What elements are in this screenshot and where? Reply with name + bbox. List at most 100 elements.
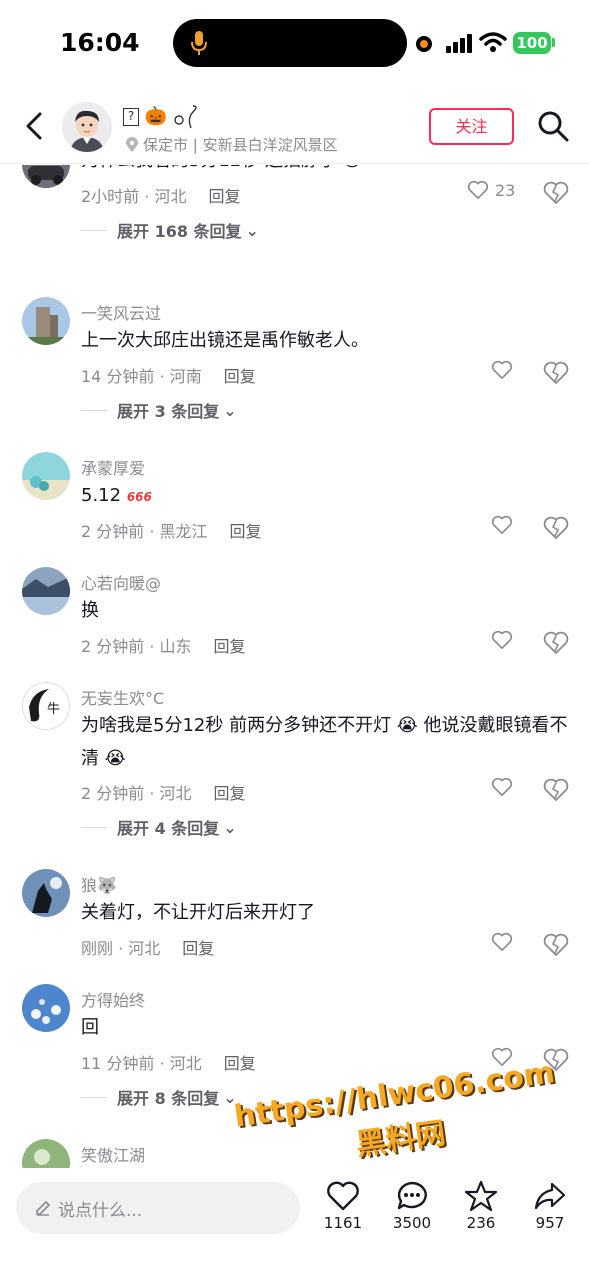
profile-header: ? 🎃 保定市 | 安新县白洋淀风景区 关注	[0, 90, 589, 164]
comment-meta: 2 分钟前 · 黑龙江 回复	[81, 518, 262, 542]
dislike-icon[interactable]	[543, 932, 569, 958]
like-button[interactable]	[491, 932, 513, 952]
comment-text: 换	[81, 600, 99, 621]
comment-list[interactable]: 为什么我看的5分12秒 还掐脖子 😜 2小时前 · 河北回复 23 展开 168…	[0, 165, 589, 1168]
author-avatar[interactable]	[62, 102, 112, 152]
comment-avatar[interactable]	[22, 1139, 70, 1168]
comment-avatar[interactable]	[22, 869, 70, 917]
dislike-icon[interactable]	[543, 360, 569, 386]
author-location: 保定市 | 安新县白洋淀风景区	[125, 134, 338, 155]
comment-text: 为啥我是5分12秒 前两分多钟还不开灯 😭 他说没戴眼镜看不清 😭	[81, 715, 568, 769]
comment-username[interactable]: 狼🐺	[81, 872, 117, 896]
comment-text: 关着灯，不让开灯后来开灯了	[81, 902, 315, 923]
comment-avatar[interactable]	[22, 297, 70, 345]
comment-username[interactable]: 一笑风云过	[81, 300, 161, 324]
heart-icon	[327, 1181, 359, 1211]
svg-text:牛: 牛	[47, 702, 60, 717]
chevron-down-icon: ⌄	[223, 400, 237, 420]
chevron-down-icon: ⌄	[245, 220, 259, 240]
status-time: 16:04	[60, 28, 140, 57]
comment-avatar[interactable]	[22, 452, 70, 500]
comment-bubble-icon	[397, 1181, 427, 1210]
reply-button[interactable]: 回复	[214, 784, 246, 803]
like-button[interactable]: 23	[467, 180, 515, 200]
comments-button[interactable]: 3500	[382, 1180, 442, 1232]
comment-avatar[interactable]	[22, 984, 70, 1032]
location-text: 保定市 | 安新县白洋淀风景区	[143, 136, 338, 154]
follow-button[interactable]: 关注	[429, 108, 514, 145]
comment-input[interactable]: 说点什么...	[16, 1182, 300, 1234]
comment-meta: 2 分钟前 · 河北 回复	[81, 780, 246, 804]
comment-text: 为什么我看的5分12秒 还掐脖子 😜	[81, 165, 571, 177]
comment-meta: 14 分钟前 · 河南 回复	[81, 363, 256, 387]
battery-level: 100	[513, 32, 551, 54]
heart-outline-icon	[491, 777, 513, 796]
comment-username[interactable]: 笑傲江湖	[81, 1142, 145, 1166]
reply-button[interactable]: 回复	[224, 367, 256, 386]
favorite-button[interactable]: 236	[451, 1180, 511, 1232]
search-icon[interactable]	[537, 110, 569, 142]
dislike-icon[interactable]	[543, 515, 569, 541]
like-button[interactable]	[491, 360, 513, 380]
expand-replies-button[interactable]: 展开 3 条回复 ⌄	[81, 398, 237, 422]
star-icon	[464, 1180, 498, 1212]
avatar-image-icon	[22, 567, 70, 615]
comment-username[interactable]: 方得始终	[81, 987, 145, 1011]
avatar-image-icon	[22, 165, 70, 188]
expand-replies-label: 展开 3 条回复	[117, 402, 220, 421]
comment-time-region: 14 分钟前 · 河南	[81, 367, 202, 386]
location-pin-icon	[126, 136, 138, 152]
comment-meta: 2小时前 · 河北 回复	[81, 183, 240, 207]
dislike-icon[interactable]	[543, 777, 569, 803]
name-emojis: 🎃	[144, 106, 168, 127]
comment-avatar[interactable]	[22, 165, 70, 188]
comment-avatar[interactable]: 牛	[22, 682, 70, 730]
comment-meta: 刚刚 · 河北 回复	[81, 935, 214, 959]
pencil-icon	[36, 1201, 50, 1216]
like-video-button[interactable]: 1161	[313, 1180, 373, 1232]
bottom-action-bar: 说点什么... 1161 3500 236 957	[0, 1168, 589, 1280]
heart-outline-icon	[491, 360, 513, 379]
author-name: ? 🎃	[123, 104, 203, 130]
comment-time-region: 2 分钟前 · 山东	[81, 637, 192, 656]
heart-outline-icon	[491, 630, 513, 649]
comment-count: 3500	[392, 1214, 432, 1232]
comment-time-region: 刚刚 · 河北	[81, 939, 161, 958]
reply-button[interactable]: 回复	[214, 637, 246, 656]
reply-button[interactable]: 回复	[224, 1054, 256, 1073]
reply-button[interactable]: 回复	[208, 187, 240, 206]
expand-replies-label: 展开 168 条回复	[117, 222, 242, 241]
expand-replies-button[interactable]: 展开 4 条回复 ⌄	[81, 815, 237, 839]
avatar-image-icon: 牛	[23, 683, 69, 729]
share-button[interactable]: 957	[520, 1180, 580, 1232]
unknown-glyph-icon: ?	[123, 108, 139, 126]
heart-outline-icon	[467, 180, 489, 199]
avatar-image-icon	[22, 869, 70, 917]
avatar-image-icon	[22, 1139, 70, 1168]
expand-replies-label: 展开 8 条回复	[117, 1089, 220, 1108]
comment-username[interactable]: 承蒙厚爱	[81, 455, 145, 479]
like-button[interactable]	[491, 777, 513, 797]
comment-time-region: 2小时前 · 河北	[81, 187, 187, 206]
dislike-icon[interactable]	[543, 180, 569, 206]
back-icon[interactable]	[18, 108, 52, 144]
comment-meta: 2 分钟前 · 山东 回复	[81, 633, 246, 657]
expand-replies-button[interactable]: 展开 8 条回复 ⌄	[81, 1085, 237, 1109]
comment-time-region: 2 分钟前 · 河北	[81, 784, 192, 803]
wifi-icon	[479, 32, 507, 52]
comment-username[interactable]: 无妄生欢°C	[81, 685, 164, 709]
cellular-signal-icon	[446, 34, 472, 53]
like-button[interactable]	[491, 515, 513, 535]
reply-button[interactable]: 回复	[230, 522, 262, 541]
dislike-icon[interactable]	[543, 630, 569, 656]
favorite-count: 236	[466, 1214, 496, 1232]
like-button[interactable]	[491, 630, 513, 650]
comment-username[interactable]: 心若向暖@	[81, 570, 161, 594]
recording-indicator-icon	[416, 36, 432, 52]
microphone-icon	[191, 31, 207, 55]
squiggle-icon	[174, 105, 197, 129]
reply-button[interactable]: 回复	[182, 939, 214, 958]
avatar-image-icon	[22, 297, 70, 345]
comment-avatar[interactable]	[22, 567, 70, 615]
expand-replies-button[interactable]: 展开 168 条回复 ⌄	[81, 218, 259, 242]
